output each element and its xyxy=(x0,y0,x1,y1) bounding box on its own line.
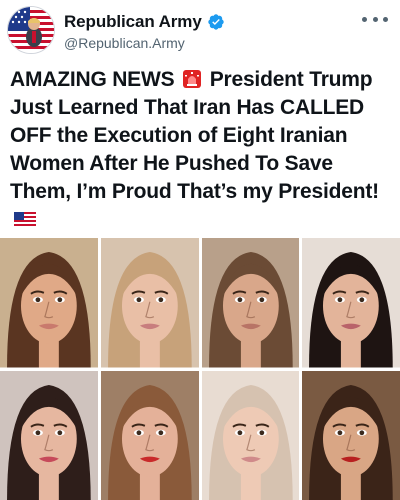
portrait-image xyxy=(302,238,400,368)
woman-photo-7[interactable] xyxy=(201,370,300,500)
post-header: Republican Army @Republican.Army xyxy=(0,0,400,62)
portrait-image xyxy=(100,370,199,500)
woman-photo-8[interactable] xyxy=(302,370,400,500)
woman-photo-1[interactable] xyxy=(0,238,98,368)
avatar[interactable] xyxy=(7,6,55,54)
photo-grid xyxy=(0,238,400,500)
woman-photo-2[interactable] xyxy=(100,238,199,368)
portrait-image xyxy=(100,238,199,368)
eagle-flag-avatar-icon xyxy=(8,7,54,53)
portrait-image xyxy=(0,370,98,500)
portrait-image xyxy=(0,238,98,368)
portrait-image xyxy=(201,370,300,500)
portrait-image xyxy=(201,238,300,368)
post-text: AMAZING NEWS President Trump Just Learne… xyxy=(10,66,394,234)
police-siren-emoji-icon xyxy=(182,69,202,89)
account-handle[interactable]: @Republican.Army xyxy=(64,35,185,51)
verified-badge-icon xyxy=(207,13,225,31)
more-options-icon[interactable] xyxy=(362,13,388,25)
woman-photo-5[interactable] xyxy=(0,370,98,500)
portrait-image xyxy=(302,370,400,500)
woman-photo-3[interactable] xyxy=(201,238,300,368)
us-flag-emoji-icon xyxy=(14,208,36,228)
name-row: Republican Army xyxy=(64,12,225,32)
display-name[interactable]: Republican Army xyxy=(64,12,202,32)
post-text-lead: AMAZING NEWS xyxy=(10,68,175,91)
woman-photo-4[interactable] xyxy=(302,238,400,368)
woman-photo-6[interactable] xyxy=(100,370,199,500)
